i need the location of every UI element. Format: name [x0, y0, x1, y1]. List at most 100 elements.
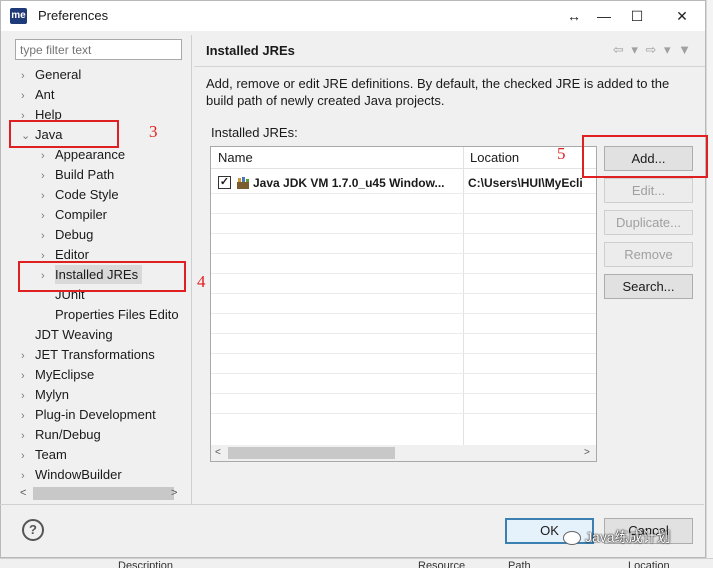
chevron-right-icon[interactable]: ›	[21, 427, 35, 446]
tree-item-build-path[interactable]: › Build Path	[41, 165, 114, 184]
page-header: Installed JREs ⇦ ▾ ⇨ ▾ ▼	[194, 35, 705, 67]
chevron-right-icon[interactable]: ›	[41, 147, 55, 166]
row-divider	[211, 413, 596, 414]
watermark: Java练成计划	[563, 527, 671, 547]
minimize-button[interactable]: —	[589, 5, 619, 27]
tree-item-label: Ant	[35, 87, 55, 102]
remove-button[interactable]: Remove	[604, 242, 693, 267]
help-icon[interactable]: ?	[22, 519, 44, 541]
tree-item-label: JDT Weaving	[35, 327, 113, 342]
tree-item-label: Code Style	[55, 187, 119, 202]
filter-input[interactable]	[15, 39, 182, 60]
page-description: Add, remove or edit JRE definitions. By …	[206, 76, 670, 108]
chevron-right-icon[interactable]: ›	[41, 167, 55, 186]
column-header-name[interactable]: Name	[211, 147, 463, 169]
jre-table: Name Location ✓ Java JDK VM 1.7.0_u45 Wi…	[210, 146, 597, 462]
tree-item-team[interactable]: › Team	[21, 445, 67, 464]
close-button[interactable]: ✕	[667, 5, 697, 27]
scrollbar-thumb[interactable]	[33, 487, 174, 500]
annotation-number-5: 5	[557, 144, 566, 163]
row-divider	[211, 193, 596, 194]
chevron-right-icon[interactable]: ›	[21, 87, 35, 106]
tree-item-myeclipse[interactable]: › MyEclipse	[21, 365, 94, 384]
tree-horizontal-scrollbar[interactable]: < >	[15, 485, 184, 502]
table-horizontal-scrollbar[interactable]: < >	[211, 445, 596, 461]
wechat-icon	[563, 531, 581, 546]
chevron-right-icon[interactable]: ›	[41, 207, 55, 226]
chevron-right-icon[interactable]: ›	[21, 367, 35, 386]
tree-item-jet-transformations[interactable]: › JET Transformations	[21, 345, 155, 364]
tree-item-label: General	[35, 67, 82, 82]
row-divider	[211, 313, 596, 314]
tree-item-label: Plug-in Development	[35, 407, 156, 422]
tree-item-general[interactable]: › General	[21, 65, 81, 84]
annotation-box-installed-jres	[18, 261, 186, 292]
tree-item-label: Editor	[55, 247, 89, 262]
chevron-right-icon[interactable]: ›	[21, 347, 35, 366]
installed-jres-label: Installed JREs:	[211, 125, 298, 140]
row-divider	[211, 293, 596, 294]
chevron-right-icon[interactable]: ›	[41, 187, 55, 206]
row-divider	[211, 393, 596, 394]
background-problems-header: Description Resource Path Location	[0, 558, 713, 568]
tree-item-label: Debug	[55, 227, 94, 242]
tree-item-code-style[interactable]: › Code Style	[41, 185, 119, 204]
annotation-number-4: 4	[197, 272, 206, 291]
bg-col-path: Path	[508, 560, 531, 568]
chevron-right-icon[interactable]: ›	[21, 387, 35, 406]
chevron-right-icon[interactable]: ›	[41, 227, 55, 246]
navigation-arrows-icon[interactable]: ⇦ ▾ ⇨ ▾ ▼	[613, 42, 693, 58]
chevron-right-icon[interactable]: ›	[21, 447, 35, 466]
scroll-right-icon[interactable]: >	[584, 445, 590, 461]
row-divider	[211, 353, 596, 354]
row-divider	[211, 253, 596, 254]
scroll-left-icon[interactable]: <	[20, 485, 26, 502]
scroll-left-icon[interactable]: <	[215, 445, 221, 461]
chevron-right-icon[interactable]: ›	[21, 407, 35, 426]
tree-item-mylyn[interactable]: › Mylyn	[21, 385, 69, 404]
row-divider	[211, 213, 596, 214]
tree-item-ant[interactable]: › Ant	[21, 85, 55, 104]
tree-item-label: Run/Debug	[35, 427, 101, 442]
column-header-location[interactable]: Location	[463, 147, 596, 169]
watermark-text: Java练成计划	[585, 529, 671, 545]
title-bar: me Preferences ↔ — ☐ ✕	[1, 1, 705, 31]
panel-divider	[191, 35, 192, 505]
tree-item-debug[interactable]: › Debug	[41, 225, 93, 244]
column-divider	[463, 147, 464, 445]
bg-col-resource: Resource	[418, 560, 466, 568]
tree-item-properties-files-editor[interactable]: Properties Files Edito	[41, 305, 179, 324]
tree-item-label: Build Path	[55, 167, 115, 182]
jre-name-cell: Java JDK VM 1.7.0_u45 Window...	[253, 176, 445, 190]
tree-item-label: Properties Files Edito	[55, 307, 179, 322]
footer-divider	[0, 504, 704, 505]
row-divider	[211, 373, 596, 374]
tree-item-label: MyEclipse	[35, 367, 95, 382]
jre-checkbox[interactable]: ✓	[218, 176, 231, 189]
search-button[interactable]: Search...	[604, 274, 693, 299]
tree-item-compiler[interactable]: › Compiler	[41, 205, 107, 224]
row-divider	[211, 273, 596, 274]
tree-item-label: Compiler	[55, 207, 108, 222]
scroll-right-icon[interactable]: >	[171, 485, 177, 502]
row-divider	[211, 233, 596, 234]
background-ide-strip	[706, 0, 713, 568]
page-title: Installed JREs	[206, 43, 295, 58]
tree-item-jdt-weaving[interactable]: JDT Weaving	[21, 325, 113, 344]
row-divider	[211, 333, 596, 334]
chevron-right-icon[interactable]: ›	[21, 67, 35, 86]
tree-item-label: Appearance	[55, 147, 126, 162]
maximize-button[interactable]: ☐	[622, 5, 652, 27]
tree-item-windowbuilder[interactable]: › WindowBuilder	[21, 465, 122, 484]
resize-icon[interactable]: ↔	[559, 5, 589, 27]
tree-item-plugin-development[interactable]: › Plug-in Development	[21, 405, 156, 424]
scrollbar-thumb[interactable]	[228, 447, 395, 459]
jre-location-cell: C:\Users\HUI\MyEcli	[468, 176, 583, 190]
myeclipse-logo-icon: me	[10, 8, 27, 24]
edit-button[interactable]: Edit...	[604, 178, 693, 203]
window-title: Preferences	[38, 8, 109, 23]
chevron-right-icon[interactable]: ›	[21, 467, 35, 485]
bg-col-location: Location	[628, 560, 670, 568]
duplicate-button[interactable]: Duplicate...	[604, 210, 693, 235]
tree-item-run-debug[interactable]: › Run/Debug	[21, 425, 101, 444]
